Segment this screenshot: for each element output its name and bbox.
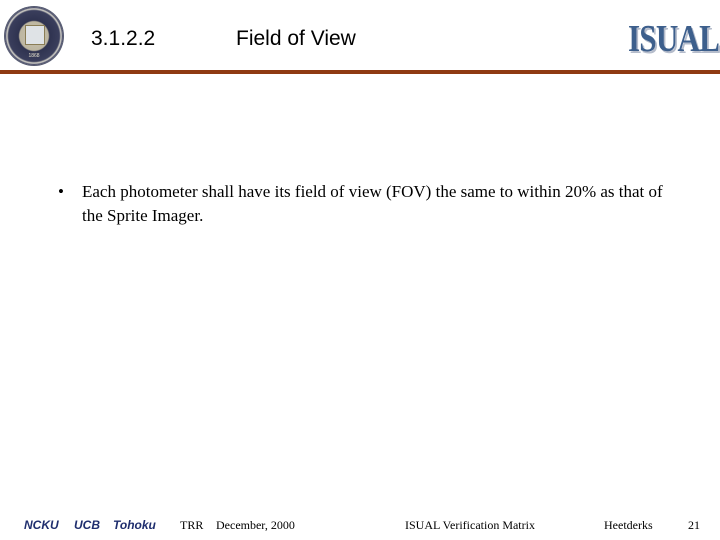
bullet-item: Each photometer shall have its field of … [82,182,663,225]
footer-review: TRR [180,518,204,532]
seal-year: 1868 [28,53,40,59]
header-divider [0,70,720,74]
university-seal-logo: 1868 [5,7,63,65]
footer-document-title: ISUAL Verification Matrix [405,518,535,532]
section-number: 3.1.2.2 [91,27,156,50]
footer-institution-tohoku: Tohoku [113,518,156,532]
footer-page-number: 21 [688,518,700,532]
book-emblem-icon [25,25,45,45]
bullet-list: • Each photometer shall have its field o… [58,180,678,228]
isual-logo: ISUAL [628,18,720,60]
footer-institution-ucb: UCB [74,518,100,532]
footer-date: December, 2000 [216,518,295,532]
bullet-icon: • [58,182,64,201]
footer-author: Heetderks [604,518,653,532]
footer-institution-ncku: NCKU [24,518,59,532]
slide-title: Field of View [236,27,356,50]
